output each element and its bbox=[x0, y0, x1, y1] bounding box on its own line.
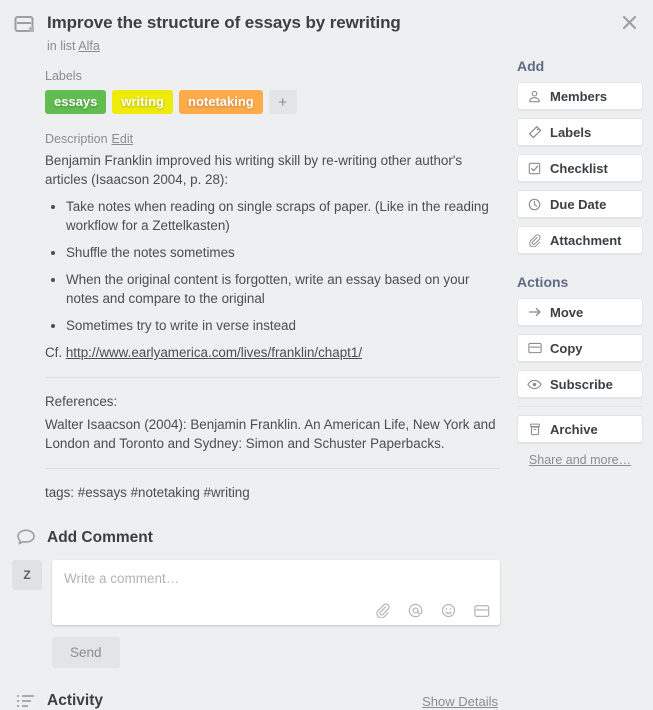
comment-bubble-icon bbox=[14, 528, 38, 547]
sidebar-item-copy[interactable]: Copy bbox=[517, 334, 643, 362]
add-comment-title: Add Comment bbox=[47, 528, 153, 546]
sidebar-item-label: Due Date bbox=[550, 196, 607, 212]
description-edit-link[interactable]: Edit bbox=[112, 132, 134, 146]
attachment-icon[interactable] bbox=[375, 603, 390, 618]
sidebar-item-label: Move bbox=[550, 304, 584, 320]
divider bbox=[45, 468, 500, 469]
clock-icon bbox=[527, 198, 542, 211]
sidebar-item-label: Copy bbox=[550, 340, 583, 356]
list-item: Take notes when reading on single scraps… bbox=[66, 197, 500, 235]
tags-line: tags: #essays #notetaking #writing bbox=[45, 485, 250, 500]
sidebar-item-label: Subscribe bbox=[550, 376, 613, 392]
list-item: Shuffle the notes sometimes bbox=[66, 243, 500, 262]
avatar[interactable]: Z bbox=[12, 560, 42, 590]
description-body: Benjamin Franklin improved his writing s… bbox=[45, 151, 500, 502]
comment-input-box[interactable] bbox=[52, 560, 500, 625]
sidebar-item-label: Members bbox=[550, 88, 608, 104]
sidebar-item-attachment[interactable]: Attachment bbox=[517, 226, 643, 254]
divider bbox=[517, 406, 643, 407]
send-comment-button[interactable]: Send bbox=[52, 637, 120, 668]
references-heading: References: bbox=[45, 394, 118, 409]
card-sidebar: Add Members Labels Checklist Due Date At… bbox=[517, 58, 643, 467]
list-name-link[interactable]: Alfa bbox=[78, 39, 100, 53]
add-comment-header: Add Comment bbox=[0, 528, 512, 547]
page-title: Improve the structure of essays by rewri… bbox=[47, 13, 401, 32]
sidebar-item-subscribe[interactable]: Subscribe bbox=[517, 370, 643, 398]
description-bullet-list: Take notes when reading on single scraps… bbox=[45, 197, 500, 335]
sidebar-item-label: Archive bbox=[550, 421, 598, 437]
sidebar-item-checklist[interactable]: Checklist bbox=[517, 154, 643, 182]
comment-input[interactable] bbox=[52, 560, 500, 586]
sidebar-item-label: Checklist bbox=[550, 160, 608, 176]
divider bbox=[45, 377, 500, 378]
description-heading: Description Edit bbox=[45, 132, 500, 146]
label-tag-icon bbox=[527, 125, 542, 139]
arrow-right-icon bbox=[527, 306, 542, 318]
archive-box-icon bbox=[527, 423, 542, 436]
card-icon bbox=[14, 15, 38, 39]
checklist-icon bbox=[527, 162, 542, 175]
show-details-link[interactable]: Show Details bbox=[422, 694, 498, 709]
sidebar-item-members[interactable]: Members bbox=[517, 82, 643, 110]
list-item: When the original content is forgotten, … bbox=[66, 270, 500, 308]
member-icon bbox=[527, 90, 542, 103]
activity-header: Activity Show Details bbox=[0, 692, 512, 710]
comment-composer: Z bbox=[0, 560, 512, 625]
eye-icon bbox=[527, 379, 542, 390]
labels-heading: Labels bbox=[45, 69, 82, 83]
list-item: Sometimes try to write in verse instead bbox=[66, 316, 500, 335]
card-main-column: Improve the structure of essays by rewri… bbox=[0, 0, 512, 710]
external-link[interactable]: http://www.earlyamerica.com/lives/frankl… bbox=[66, 345, 362, 360]
add-label-button[interactable]: + bbox=[268, 90, 297, 114]
card-list-context: in list Alfa bbox=[47, 39, 401, 54]
emoji-icon[interactable] bbox=[441, 603, 456, 618]
label-chip[interactable]: notetaking bbox=[179, 90, 263, 114]
close-icon[interactable] bbox=[614, 7, 644, 37]
activity-title: Activity bbox=[47, 692, 103, 709]
labels-list: essays writing notetaking + bbox=[45, 90, 500, 114]
sidebar-item-label: Attachment bbox=[550, 232, 622, 248]
reference-entry: Walter Isaacson (2004): Benjamin Frankli… bbox=[45, 417, 496, 451]
description-label: Description bbox=[45, 132, 108, 146]
sidebar-item-label: Labels bbox=[550, 124, 592, 140]
card-header: Improve the structure of essays by rewri… bbox=[0, 0, 512, 54]
copy-card-icon bbox=[527, 342, 542, 354]
add-section-heading: Add bbox=[517, 58, 545, 74]
actions-section-heading: Actions bbox=[517, 274, 569, 290]
activity-list-icon bbox=[14, 693, 38, 709]
sidebar-item-labels[interactable]: Labels bbox=[517, 118, 643, 146]
mention-icon[interactable] bbox=[408, 603, 423, 618]
in-list-prefix: in list bbox=[47, 39, 76, 53]
cf-prefix: Cf. bbox=[45, 345, 66, 360]
description-cf-line: Cf. http://www.earlyamerica.com/lives/fr… bbox=[45, 343, 500, 362]
label-chip[interactable]: writing bbox=[112, 90, 173, 114]
card-detail-window: Improve the structure of essays by rewri… bbox=[0, 0, 653, 709]
sidebar-item-due-date[interactable]: Due Date bbox=[517, 190, 643, 218]
card-icon[interactable] bbox=[474, 603, 490, 618]
comment-toolbar bbox=[375, 603, 490, 618]
sidebar-item-archive[interactable]: Archive bbox=[517, 415, 643, 443]
label-chip[interactable]: essays bbox=[45, 90, 107, 114]
paperclip-icon bbox=[527, 233, 542, 247]
sidebar-item-move[interactable]: Move bbox=[517, 298, 643, 326]
description-intro: Benjamin Franklin improved his writing s… bbox=[45, 153, 463, 187]
share-and-more-link[interactable]: Share and more… bbox=[517, 453, 643, 467]
